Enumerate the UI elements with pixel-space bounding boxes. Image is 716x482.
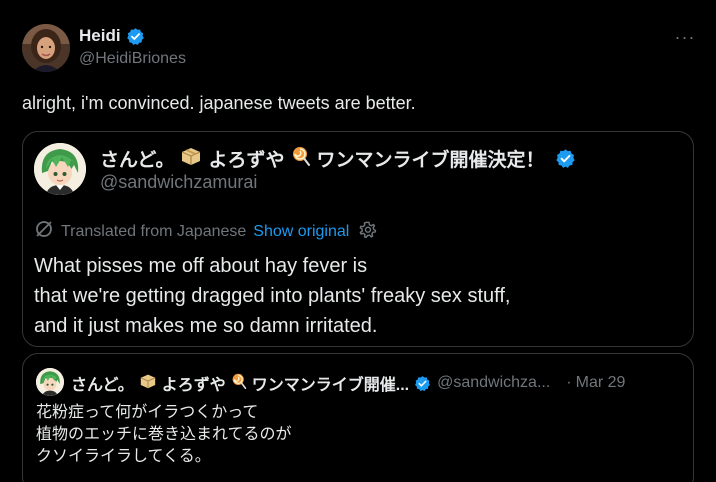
nested-quote-name-part: さんど。 [71, 377, 134, 394]
tweet: Heidi @HeidiBriones ··· alright, i'm con… [0, 0, 716, 482]
nested-quote-date[interactable]: Mar 29 [576, 374, 626, 392]
nested-quote-name-part: よろずや [161, 377, 226, 394]
quote-tweet-text: What pisses me off about hay fever is th… [34, 251, 684, 341]
more-options-button[interactable]: ··· [670, 26, 700, 48]
author-avatar[interactable] [22, 24, 70, 72]
nested-quote-text-line: クソイライラしてくる。 [36, 448, 211, 465]
nested-quote-text-line: 花粉症って何がイラつくかって [36, 404, 259, 421]
nested-quote-name-part: ワンマンライブ開催... [251, 377, 410, 394]
quote-author-name-part: ワンマンライブ開催決定！ [316, 150, 545, 171]
nested-quote-author-name[interactable]: さんど。 よろずや ワンマンライブ開催... [71, 371, 431, 395]
quote-text-line: What pisses me off about hay fever is [34, 255, 368, 277]
lollipop-icon [231, 373, 247, 394]
quote-author-handle[interactable]: @sandwichzamurai [100, 172, 257, 193]
nested-quote-text: 花粉症って何がイラつくかって 植物のエッチに巻き込まれてるのが クソイライラして… [36, 402, 292, 468]
author-name-text: Heidi [79, 26, 121, 45]
quote-text-line: that we're getting dragged into plants' … [34, 285, 511, 307]
quote-author-name-part: さんど。 [100, 150, 175, 171]
translation-row: Translated from Japanese Show original [34, 219, 377, 244]
quote-tweet-card[interactable]: さんど。 よろずや ワンマンライブ開催決定！ @sandwichzamurai … [22, 131, 694, 347]
gear-icon[interactable] [358, 220, 377, 244]
show-original-link[interactable]: Show original [253, 223, 349, 241]
translate-slash-icon [34, 219, 54, 244]
nested-quote-header: さんど。 よろずや ワンマンライブ開催... @sandwichza... · … [71, 371, 683, 395]
quote-author-avatar[interactable] [34, 143, 86, 195]
verified-badge-icon [555, 148, 576, 169]
package-icon [139, 373, 157, 394]
nested-quote-avatar[interactable] [36, 368, 64, 396]
verified-badge-icon [414, 375, 431, 392]
lollipop-icon [291, 146, 311, 172]
nested-quote-text-line: 植物のエッチに巻き込まれてるのが [36, 426, 292, 443]
nested-quote-card[interactable]: さんど。 よろずや ワンマンライブ開催... @sandwichza... · … [22, 353, 694, 482]
separator-dot: · [566, 374, 572, 391]
more-horizontal-icon: ··· [674, 26, 696, 47]
quote-author-name[interactable]: さんど。 よろずや ワンマンライブ開催決定！ [100, 145, 576, 172]
tweet-text: alright, i'm convinced. japanese tweets … [22, 93, 416, 113]
author-handle[interactable]: @HeidiBriones [79, 50, 186, 68]
author-name[interactable]: Heidi [79, 26, 145, 46]
quote-text-line: and it just makes me so damn irritated. [34, 315, 378, 337]
quote-author-name-part: よろずや [208, 150, 285, 171]
package-icon [180, 146, 202, 172]
nested-quote-author-handle[interactable]: @sandwichza... [437, 374, 550, 392]
verified-badge-icon [126, 27, 145, 46]
translated-label: Translated from Japanese [61, 222, 247, 240]
